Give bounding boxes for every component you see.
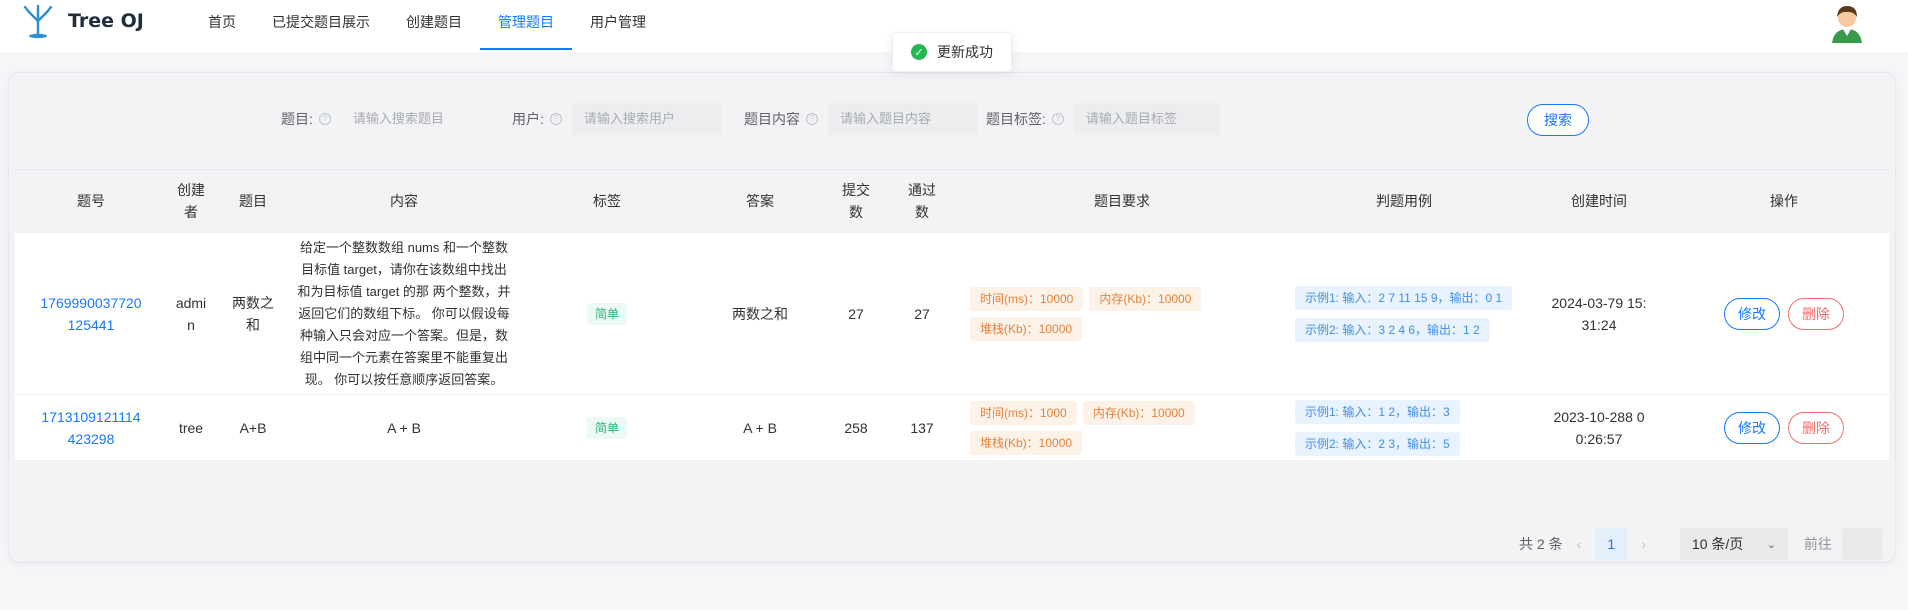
header-create-time: 创建时间 — [1571, 193, 1627, 209]
create-time-cell: 2023-10-288 0 0:26:57 — [1553, 408, 1645, 447]
header-operations: 操作 — [1770, 193, 1798, 209]
search-user-input[interactable]: 请输入搜索用户 — [571, 103, 722, 135]
edit-button[interactable]: 修改 — [1724, 297, 1780, 330]
header-submit-count: 提交 数 — [842, 182, 870, 220]
content-cell: 给定一个整数数组 nums 和一个整数目标值 target，请你在该数组中找出 … — [297, 239, 511, 387]
logo[interactable]: Tree OJ — [22, 3, 144, 39]
delete-button[interactable]: 删除 — [1788, 297, 1844, 330]
submit-count-cell: 27 — [848, 305, 864, 322]
search-user-group: 用户: ? 请输入搜索用户 — [512, 103, 722, 135]
nav-create-question[interactable]: 创建题目 — [388, 0, 480, 50]
nav-manage-questions[interactable]: 管理题目 — [480, 0, 572, 50]
toast-message: 更新成功 — [937, 44, 993, 60]
pagination: 共 2 条 ‹ 1 › 10 条/页 ⌄ 前往 — [1519, 528, 1882, 560]
main-nav: 首页 已提交题目展示 创建题目 管理题目 用户管理 — [190, 0, 664, 52]
questions-table: 题号 创建 者 题目 内容 标签 答案 提交 数 通过 数 题目要求 判题用例 … — [15, 169, 1889, 461]
case-tag: 示例1: 输入：1 2，输出：3 — [1295, 399, 1460, 424]
nav-user-management[interactable]: 用户管理 — [572, 0, 664, 50]
answer-cell: A + B — [743, 419, 777, 436]
judge-config-cell: 时间(ms)：1000 内存(Kb)：10000 堆栈(Kb)：10000 — [955, 398, 1289, 458]
answer-cell: 两数之和 — [732, 305, 788, 322]
time-limit-tag: 时间(ms)：1000 — [970, 400, 1077, 425]
header-title: 题目 — [239, 193, 267, 209]
success-toast: ✓ 更新成功 — [892, 32, 1012, 72]
header-judge-config: 题目要求 — [1094, 193, 1150, 209]
accept-count-cell: 27 — [914, 305, 930, 322]
stack-limit-tag: 堆栈(Kb)：10000 — [970, 430, 1083, 455]
create-time-cell: 2024-03-79 15: 31:24 — [1551, 294, 1647, 333]
help-icon: ? — [318, 113, 331, 125]
search-content-label: 题目内容 — [744, 111, 800, 127]
header-content: 内容 — [390, 193, 418, 209]
tags-cell: 简单 — [517, 302, 697, 325]
tags-cell: 简单 — [517, 416, 697, 439]
next-page-icon[interactable]: › — [1641, 536, 1646, 552]
header-judge-cases: 判题用例 — [1376, 193, 1432, 209]
operations-cell: 修改 删除 — [1679, 411, 1889, 444]
case-tag: 示例1: 输入：2 7 11 15 9，输出：0 1 — [1295, 285, 1513, 310]
help-icon: ? — [549, 113, 562, 125]
page-jump-input[interactable] — [1841, 528, 1882, 560]
delete-button[interactable]: 删除 — [1788, 411, 1844, 444]
search-content-group: 题目内容 ? 请输入题目内容 — [744, 103, 978, 135]
page-number-current[interactable]: 1 — [1595, 528, 1628, 560]
case-tag: 示例2: 输入：2 3，输出：5 — [1295, 431, 1460, 456]
memory-limit-tag: 内存(Kb)：10000 — [1082, 400, 1195, 425]
time-limit-tag: 时间(ms)：10000 — [970, 286, 1084, 311]
creator-cell: tree — [178, 419, 204, 436]
title-cell: 两数之 和 — [232, 294, 274, 333]
chevron-down-icon: ⌄ — [1766, 538, 1776, 551]
tree-logo-icon — [23, 4, 53, 39]
pagination-total: 共 2 条 — [1519, 536, 1563, 552]
search-tags-group: 题目标签: ? 请输入题目标签 — [986, 103, 1220, 135]
check-circle-icon: ✓ — [911, 44, 927, 60]
header-accept-count: 通过 数 — [908, 182, 936, 220]
stack-limit-tag: 堆栈(Kb)：10000 — [970, 316, 1083, 341]
judge-cases-cell: 示例1: 输入：2 7 11 15 9，输出：0 1 示例2: 输入：3 2 4… — [1289, 282, 1519, 346]
search-content-input[interactable]: 请输入题目内容 — [828, 103, 978, 135]
judge-cases-cell: 示例1: 输入：1 2，输出：3 示例2: 输入：2 3，输出：5 — [1289, 396, 1519, 460]
search-tags-input[interactable]: 请输入题目标签 — [1073, 103, 1220, 135]
creator-cell: admi n — [175, 294, 207, 333]
case-tag: 示例2: 输入：3 2 4 6，输出：1 2 — [1295, 317, 1490, 342]
page-jump-label: 前往 — [1803, 536, 1832, 552]
header-tags: 标签 — [593, 193, 621, 209]
edit-button[interactable]: 修改 — [1724, 411, 1780, 444]
nav-home[interactable]: 首页 — [190, 0, 254, 50]
search-tags-label: 题目标签: — [986, 111, 1046, 127]
difficulty-tag: 简单 — [586, 416, 627, 439]
question-management-card: 题目: ? 请输入搜索题目 用户: ? 请输入搜索用户 题目内容 ? 请输入题目… — [8, 72, 1896, 562]
memory-limit-tag: 内存(Kb)：10000 — [1089, 286, 1202, 311]
operations-cell: 修改 删除 — [1679, 297, 1889, 330]
help-icon: ? — [1051, 113, 1064, 125]
search-title-label: 题目: — [281, 111, 313, 127]
accept-count-cell: 137 — [910, 419, 934, 436]
search-user-label: 用户: — [512, 111, 544, 127]
search-title-group: 题目: ? 请输入搜索题目 — [281, 103, 491, 135]
prev-page-icon[interactable]: ‹ — [1577, 536, 1582, 552]
app-name: Tree OJ — [68, 10, 144, 32]
table-header: 题号 创建 者 题目 内容 标签 答案 提交 数 通过 数 题目要求 判题用例 … — [15, 169, 1889, 233]
question-id-link[interactable]: 1713109121114 423298 — [15, 406, 167, 450]
judge-config-cell: 时间(ms)：10000 内存(Kb)：10000 堆栈(Kb)：10000 — [955, 284, 1289, 344]
page-size-value: 10 条/页 — [1691, 536, 1744, 552]
header-answer: 答案 — [746, 193, 774, 209]
content-cell: A + B — [387, 419, 421, 436]
header-creator: 创建 者 — [177, 182, 205, 220]
nav-submissions[interactable]: 已提交题目展示 — [254, 0, 388, 50]
header-id: 题号 — [77, 193, 105, 209]
page-size-select[interactable]: 10 条/页 ⌄ — [1679, 528, 1788, 560]
table-row: 1713109121114 423298 tree A+B A + B 简单 A… — [15, 395, 1889, 461]
search-title-input[interactable]: 请输入搜索题目 — [341, 103, 491, 135]
user-avatar-icon[interactable] — [1826, 1, 1868, 43]
table-row: 1769990037720 125441 admi n 两数之 和 给定一个整数… — [15, 233, 1889, 395]
submit-count-cell: 258 — [844, 419, 868, 436]
question-id-link[interactable]: 1769990037720 125441 — [15, 292, 167, 336]
help-icon: ? — [806, 113, 818, 125]
difficulty-tag: 简单 — [586, 302, 627, 325]
search-button[interactable]: 搜索 — [1527, 104, 1589, 136]
title-cell: A+B — [239, 419, 267, 436]
